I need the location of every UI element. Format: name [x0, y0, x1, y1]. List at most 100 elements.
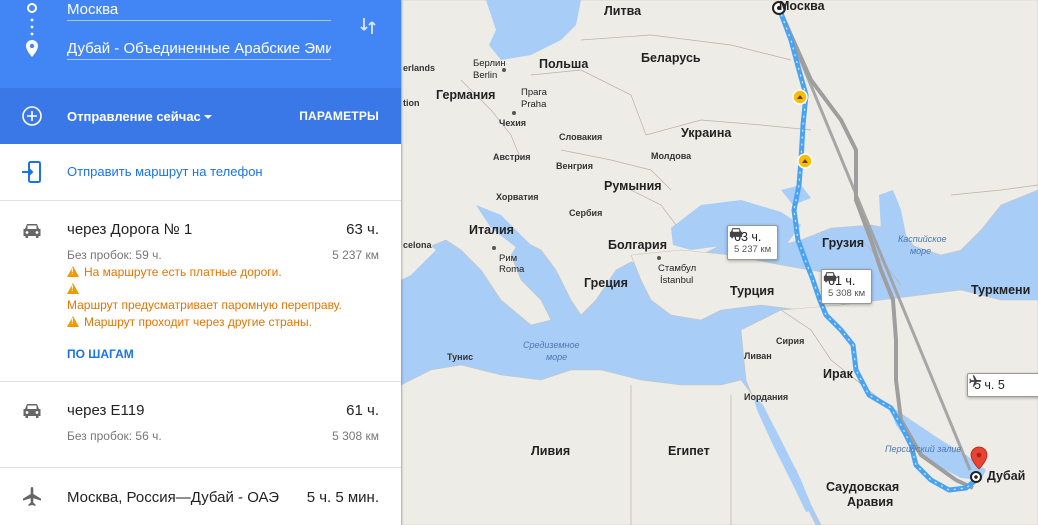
- route-traffic: Без пробок: 56 ч.: [67, 429, 162, 443]
- swap-icon[interactable]: [357, 15, 379, 37]
- map-label-istanbul-ru: Стамбул: [658, 263, 697, 274]
- car-icon: [823, 272, 837, 283]
- map-label-tunisia: Тунис: [447, 352, 474, 362]
- route-distance: 5 308 км: [332, 429, 379, 443]
- send-to-phone-link[interactable]: Отправить маршрут на телефон: [67, 164, 263, 179]
- map-label-belarus: Беларусь: [641, 51, 701, 65]
- map-label-ukraine: Украина: [681, 126, 732, 140]
- warning-text: На маршруте есть платные дороги.: [84, 265, 282, 279]
- map-label-dubai: Дубай: [987, 469, 1026, 483]
- map-label-turkmenistan: Туркмени: [971, 283, 1031, 297]
- map-label-saudi-arabia-2: Аравия: [847, 495, 894, 509]
- toll-marker-icon: [797, 153, 813, 169]
- map-label-egypt: Египет: [668, 444, 710, 458]
- map-label-berlin: Berlin: [473, 70, 498, 81]
- map-label-moldova: Молдова: [651, 151, 692, 161]
- map-label-iraq: Ирак: [823, 367, 853, 381]
- map-label-croatia: Хорватия: [496, 192, 539, 202]
- route-card-61[interactable]: 61 ч. 5 308 км: [821, 269, 873, 304]
- airplane-icon: [969, 375, 982, 387]
- route-duration: 61 ч.: [346, 402, 379, 419]
- map-label-greece: Греция: [584, 276, 628, 290]
- chevron-down-icon: [204, 115, 212, 119]
- map-label-georgia: Грузия: [822, 236, 865, 250]
- map-label-slovakia: Словакия: [559, 132, 603, 142]
- route-warning: [67, 282, 84, 296]
- warning-icon: [67, 266, 79, 277]
- origin-input[interactable]: [67, 0, 331, 21]
- map-label-istanbul: İstanbul: [660, 275, 694, 286]
- map-label-caspian-1: Каспийское: [898, 234, 947, 244]
- route-dots-icon: [30, 18, 34, 36]
- map-label-italy: Италия: [469, 223, 514, 237]
- map-label-syria: Сирия: [776, 336, 805, 346]
- map-label-tion: tion: [403, 98, 420, 108]
- route-option-1[interactable]: через Дорога № 1 63 ч. Без пробок: 59 ч.…: [0, 201, 401, 382]
- map-label-mediterranean-2: море: [546, 352, 568, 362]
- map-label-romania: Румыния: [604, 179, 662, 193]
- route-warning: На маршруте есть платные дороги.: [67, 265, 282, 279]
- map-label-rome-ru: Рим: [499, 253, 518, 264]
- route-card-63[interactable]: 63 ч. 5 237 км: [727, 225, 779, 260]
- map-label-germany: Германия: [436, 88, 496, 102]
- map-label-lithuania: Литва: [604, 4, 642, 18]
- route-warning: Маршрут предусматривает паромную перепра…: [67, 298, 342, 312]
- map-label-persian-gulf: Персидский залив: [885, 444, 962, 454]
- step-by-step-link[interactable]: ПО ШАГАМ: [67, 347, 134, 361]
- map-label-moscow: Москва: [779, 0, 825, 13]
- origin-dot-icon: [27, 3, 37, 13]
- map-label-austria: Австрия: [493, 152, 531, 162]
- route-title: через Дорога № 1: [67, 221, 193, 238]
- car-icon: [23, 404, 41, 418]
- car-icon: [23, 224, 41, 238]
- route-option-flight[interactable]: Москва, Россия—Дубай - ОАЭ 5 ч. 5 мин.: [0, 468, 401, 525]
- map-label-lebanon: Ливан: [744, 351, 772, 361]
- add-destination-icon[interactable]: [21, 105, 43, 127]
- airplane-icon: [23, 487, 41, 506]
- route-card-distance: 5 308 км: [828, 288, 866, 299]
- map-label-berlin-ru: Берлин: [473, 58, 506, 69]
- map-view[interactable]: Литва Беларусь Польша Германия Чехия Сло…: [401, 0, 1038, 525]
- map-label-prague-ru: Прага: [521, 87, 547, 98]
- route-title: через E119: [67, 402, 145, 419]
- route-distance: 5 237 км: [332, 248, 379, 262]
- map-label-serbia: Сербия: [569, 208, 603, 218]
- route-title: Москва, Россия—Дубай - ОАЭ: [67, 489, 279, 506]
- departure-bar: Отправление сейчас ПАРАМЕТРЫ: [0, 88, 401, 144]
- route-duration: 5 ч. 5 мин.: [306, 489, 379, 506]
- route-duration: 63 ч.: [346, 221, 379, 238]
- route-warning: Маршрут проходит через другие страны.: [67, 315, 312, 329]
- map-label-mediterranean-1: Средиземное: [523, 340, 580, 350]
- route-option-2[interactable]: через E119 61 ч. Без пробок: 56 ч. 5 308…: [0, 382, 401, 468]
- directions-header: [0, 0, 401, 88]
- send-to-phone-icon: [22, 161, 41, 183]
- warning-text: Маршрут предусматривает паромную перепра…: [67, 298, 342, 312]
- map-label-bulgaria: Болгария: [608, 238, 668, 252]
- route-traffic: Без пробок: 59 ч.: [67, 248, 162, 262]
- warning-text: Маршрут проходит через другие страны.: [84, 315, 312, 329]
- map-label-poland: Польша: [539, 57, 589, 71]
- toll-marker-icon: [792, 89, 808, 105]
- departure-time-select[interactable]: Отправление сейчас: [67, 109, 201, 124]
- map-label-caspian-2: море: [910, 246, 932, 256]
- destination-pin-icon: [26, 40, 38, 57]
- map-label-netherlands: erlands: [403, 63, 436, 73]
- map-label-libya: Ливия: [531, 444, 571, 458]
- send-to-phone-row[interactable]: Отправить маршрут на телефон: [0, 144, 401, 201]
- map-label-saudi-arabia-1: Саудовская: [826, 480, 900, 494]
- map-label-turkey: Турция: [730, 284, 775, 298]
- options-button[interactable]: ПАРАМЕТРЫ: [299, 109, 379, 123]
- map-label-czech: Чехия: [499, 118, 526, 128]
- map-label-rome: Roma: [499, 264, 525, 275]
- map-label-prague: Praha: [521, 99, 547, 110]
- map-label-hungary: Венгрия: [556, 161, 593, 171]
- route-card-flight[interactable]: 5 ч. 5: [967, 373, 1038, 397]
- destination-input[interactable]: [67, 37, 331, 60]
- map-label-barcelona: celona: [403, 240, 432, 250]
- warning-icon: [67, 283, 79, 294]
- directions-panel: Отправление сейчас ПАРАМЕТРЫ Отправить м…: [0, 0, 401, 525]
- route-card-distance: 5 237 км: [734, 244, 772, 255]
- car-icon: [729, 228, 743, 239]
- warning-icon: [67, 316, 79, 327]
- map-label-jordan: Иордания: [744, 392, 789, 402]
